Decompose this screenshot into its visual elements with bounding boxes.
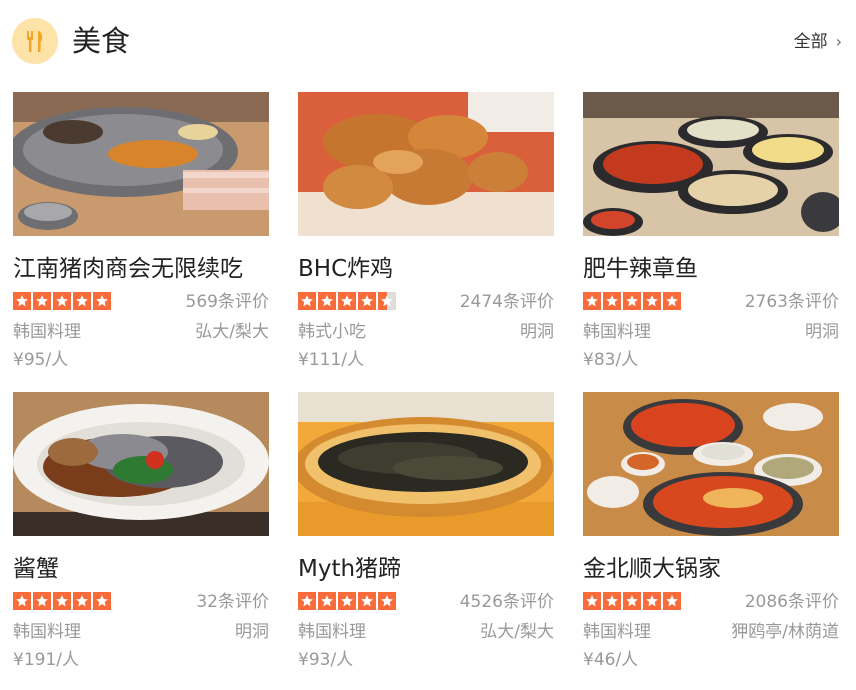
restaurant-name: 江南猪肉商会无限续吃: [13, 256, 243, 282]
cuisine-type: 韩国料理: [13, 622, 81, 642]
star-icon: [603, 292, 621, 310]
review-count: 2474条评价: [459, 292, 554, 312]
restaurant-card[interactable]: 金北顺大锅家 2086条评价 韩国料理 狎鸥亭/林荫道 ¥46/人: [583, 392, 839, 682]
star-icon: [13, 592, 31, 610]
restaurant-photo: [13, 92, 269, 236]
star-icon: [73, 592, 91, 610]
cuisine-type: 韩国料理: [583, 622, 651, 642]
cuisine-type: 韩国料理: [13, 322, 81, 342]
restaurant-card[interactable]: Myth猪蹄 4526条评价 韩国料理 弘大/梨大 ¥93/人: [298, 392, 554, 682]
restaurant-photo: [583, 392, 839, 536]
rating-stars: [13, 592, 113, 612]
restaurant-name: Myth猪蹄: [298, 556, 402, 582]
star-icon: [318, 292, 336, 310]
restaurant-photo: [583, 92, 839, 236]
star-icon: [603, 592, 621, 610]
rating-stars: [13, 292, 113, 312]
price-per-person: ¥93/人: [298, 650, 354, 670]
cuisine-type: 韩国料理: [583, 322, 651, 342]
price-per-person: ¥191/人: [13, 650, 79, 670]
review-count: 569条评价: [185, 292, 269, 312]
star-icon: [338, 592, 356, 610]
restaurant-photo: [298, 92, 554, 236]
area-location: 弘大/梨大: [480, 622, 554, 642]
star-icon: [623, 292, 641, 310]
rating-stars: [583, 592, 683, 612]
star-icon: [93, 292, 111, 310]
star-icon: [643, 592, 661, 610]
star-icon: [663, 592, 681, 610]
rating-stars: [298, 292, 398, 312]
star-icon: [378, 592, 396, 610]
area-location: 狎鸥亭/林荫道: [731, 622, 839, 642]
rating-stars: [298, 592, 398, 612]
star-icon: [73, 292, 91, 310]
restaurant-card[interactable]: 肥牛辣章鱼 2763条评价 韩国料理 明洞 ¥83/人: [583, 92, 839, 382]
cuisine-type: 韩式小吃: [298, 322, 366, 342]
star-icon: [663, 292, 681, 310]
area-location: 明洞: [520, 322, 554, 342]
star-icon: [53, 592, 71, 610]
star-icon: [583, 592, 601, 610]
restaurant-photo: [13, 392, 269, 536]
restaurant-name: BHC炸鸡: [298, 256, 394, 282]
star-icon: [338, 292, 356, 310]
cuisine-type: 韩国料理: [298, 622, 366, 642]
rating-stars: [583, 292, 683, 312]
restaurant-name: 酱蟹: [13, 556, 59, 582]
price-per-person: ¥46/人: [583, 650, 639, 670]
restaurant-card[interactable]: BHC炸鸡 2474条评价 韩式小吃 明洞 ¥111/人: [298, 92, 554, 382]
star-icon: [298, 592, 316, 610]
restaurant-grid: 江南猪肉商会无限续吃 569条评价 韩国料理 弘大/梨大 ¥95/人 BHC炸鸡…: [0, 0, 856, 690]
review-count: 2763条评价: [744, 292, 839, 312]
price-per-person: ¥111/人: [298, 350, 364, 370]
star-icon: [13, 292, 31, 310]
star-icon: [33, 592, 51, 610]
review-count: 32条评价: [196, 592, 269, 612]
review-count: 2086条评价: [744, 592, 839, 612]
area-location: 弘大/梨大: [195, 322, 269, 342]
restaurant-name: 肥牛辣章鱼: [583, 256, 698, 282]
price-per-person: ¥83/人: [583, 350, 639, 370]
star-icon: [643, 292, 661, 310]
star-icon: [358, 292, 376, 310]
price-per-person: ¥95/人: [13, 350, 69, 370]
star-icon: [93, 592, 111, 610]
restaurant-name: 金北顺大锅家: [583, 556, 721, 582]
star-icon: [358, 592, 376, 610]
restaurant-card[interactable]: 江南猪肉商会无限续吃 569条评价 韩国料理 弘大/梨大 ¥95/人: [13, 92, 269, 382]
star-icon: [33, 292, 51, 310]
star-icon: [298, 292, 316, 310]
star-icon: [318, 592, 336, 610]
area-location: 明洞: [805, 322, 839, 342]
restaurant-card[interactable]: 酱蟹 32条评价 韩国料理 明洞 ¥191/人: [13, 392, 269, 682]
review-count: 4526条评价: [459, 592, 554, 612]
star-icon: [378, 292, 396, 310]
restaurant-photo: [298, 392, 554, 536]
star-icon: [53, 292, 71, 310]
star-icon: [623, 592, 641, 610]
star-icon: [583, 292, 601, 310]
area-location: 明洞: [235, 622, 269, 642]
